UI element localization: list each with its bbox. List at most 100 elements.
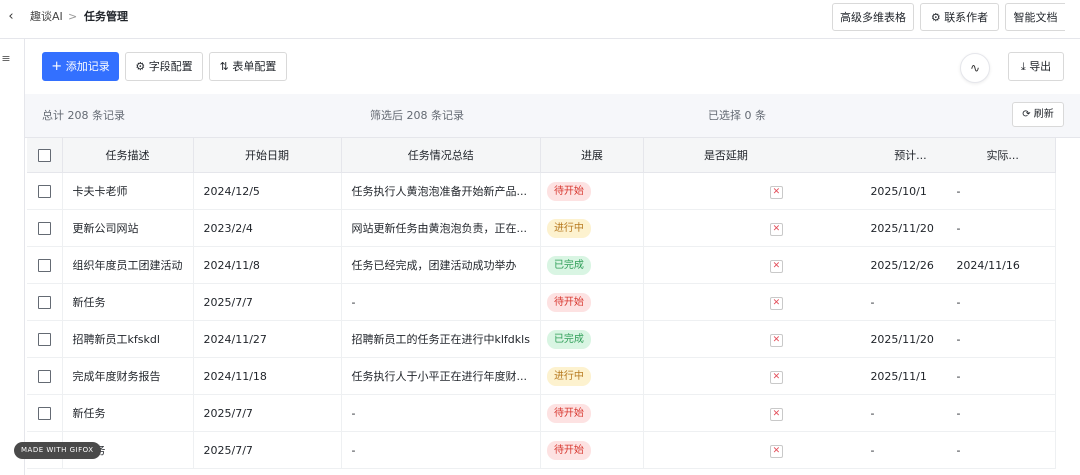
delay-cell[interactable]: ✕	[643, 283, 871, 321]
export-button[interactable]: ⤓ 导出	[1008, 52, 1064, 81]
summary-cell[interactable]: 任务执行人黄泡泡准备开始新产品...	[341, 172, 541, 210]
est-date-cell[interactable]: 2025/11/1	[870, 357, 951, 395]
menu-icon[interactable]: ≡	[0, 52, 12, 65]
summary-cell[interactable]: 招聘新员工的任务正在进行中klfdkls	[341, 320, 541, 358]
start-date-cell[interactable]: 2025/7/7	[193, 431, 342, 469]
field-config-button[interactable]: ⚙ 字段配置	[125, 52, 203, 81]
page-title: 任务管理	[84, 10, 128, 23]
table-row[interactable]: 卡夫卡老师 2024/12/5 任务执行人黄泡泡准备开始新产品... 待开始 ✕ 2025…	[27, 172, 1056, 210]
actual-date-cell[interactable]: -	[950, 394, 1056, 432]
activity-icon[interactable]: ∿	[960, 53, 990, 83]
delay-cell[interactable]: ✕	[643, 357, 871, 395]
summary-cell[interactable]: -	[341, 431, 541, 469]
start-date-cell[interactable]: 2024/11/8	[193, 246, 342, 284]
actual-date-cell[interactable]: -	[950, 283, 1056, 321]
table-row[interactable]: 新任务2025/7/7-待开始✕--	[27, 431, 1056, 469]
actual-date-cell[interactable]: 2024/11/16	[950, 246, 1056, 284]
task-desc-cell[interactable]: 卡夫卡老师	[62, 172, 194, 210]
column-header[interactable]: 任务情况总结	[341, 138, 541, 173]
summary-cell[interactable]: 网站更新任务由黄泡泡负责，正在...	[341, 209, 541, 247]
est-date-cell[interactable]: 2025/10/1	[870, 172, 951, 210]
task-desc-cell[interactable]: 新任务	[62, 283, 194, 321]
row-checkbox[interactable]	[27, 357, 63, 395]
advanced-table-label: 高级多维表格	[840, 11, 906, 24]
table-row[interactable]: 新任务2025/7/7-待开始✕--	[27, 283, 1056, 321]
row-checkbox[interactable]	[27, 394, 63, 432]
start-date-cell[interactable]: 2024/12/5	[193, 172, 342, 210]
row-checkbox[interactable]	[27, 320, 63, 358]
column-header[interactable]: 预计...	[870, 138, 951, 173]
close-icon: ✕	[769, 296, 783, 310]
table-row[interactable]: 组织年度员工团建活动 2024/11/8 任务已经完成，团建活动成功举办 已完成 ✕ 20…	[27, 246, 1056, 284]
status-cell[interactable]: 进行中	[540, 209, 644, 247]
actual-date-cell[interactable]: -	[950, 431, 1056, 469]
status-cell[interactable]: 进行中	[540, 357, 644, 395]
table-row[interactable]: 完成年度财务报告 2024/11/18 任务执行人于小平正在进行年度财... 进行中 ✕…	[27, 357, 1056, 395]
breadcrumb-root[interactable]: 趣谈AI	[30, 0, 63, 34]
advanced-table-button[interactable]: 高级多维表格	[832, 3, 914, 31]
task-desc-cell[interactable]: 完成年度财务报告	[62, 357, 194, 395]
task-desc-cell[interactable]: 招聘新员工kfskdl	[62, 320, 194, 358]
row-checkbox[interactable]	[27, 172, 63, 210]
start-date-cell[interactable]: 2025/7/7	[193, 283, 342, 321]
add-record-button[interactable]: + 添加记录	[42, 52, 119, 81]
stats-bar: 总计 208 条记录 筛选后 208 条记录 已选择 0 条 ⟳ 刷新	[25, 94, 1080, 138]
column-header[interactable]: 实际...	[950, 138, 1056, 173]
est-date-cell[interactable]: 2025/11/20	[870, 320, 951, 358]
total-count: 总计 208 条记录	[42, 109, 125, 122]
plus-icon: +	[51, 59, 63, 74]
status-cell[interactable]: 待开始	[540, 172, 644, 210]
smart-doc-button[interactable]: 智能文档	[1005, 3, 1065, 31]
delay-cell[interactable]: ✕	[643, 246, 871, 284]
delay-cell[interactable]: ✕	[643, 209, 871, 247]
actual-date-cell[interactable]: -	[950, 209, 1056, 247]
delay-cell[interactable]: ✕	[643, 394, 871, 432]
contact-author-button[interactable]: ⚙ 联系作者	[920, 3, 999, 31]
back-icon[interactable]: ‹	[4, 0, 18, 34]
est-date-cell[interactable]: -	[870, 283, 951, 321]
actual-date-cell[interactable]: -	[950, 320, 1056, 358]
column-header[interactable]: 任务描述	[62, 138, 194, 173]
row-checkbox[interactable]	[27, 283, 63, 321]
table-row[interactable]: 招聘新员工kfskdl 2024/11/27 招聘新员工的任务正在进行中klfdkl…	[27, 320, 1056, 358]
delay-cell[interactable]: ✕	[643, 320, 871, 358]
task-desc-cell[interactable]: 新任务	[62, 394, 194, 432]
row-checkbox[interactable]	[27, 246, 63, 284]
delay-cell[interactable]: ✕	[643, 172, 871, 210]
summary-cell[interactable]: -	[341, 283, 541, 321]
sidebar-strip	[0, 39, 25, 475]
delay-cell[interactable]: ✕	[643, 431, 871, 469]
column-header[interactable]: 是否延期	[643, 138, 871, 173]
summary-cell[interactable]: 任务执行人于小平正在进行年度财...	[341, 357, 541, 395]
actual-date-cell[interactable]: -	[950, 357, 1056, 395]
form-config-label: 表单配置	[232, 60, 277, 73]
task-desc-cell[interactable]: 更新公司网站	[62, 209, 194, 247]
select-all-checkbox[interactable]	[27, 138, 63, 173]
row-checkbox[interactable]	[27, 209, 63, 247]
status-cell[interactable]: 已完成	[540, 246, 644, 284]
filtered-count: 筛选后 208 条记录	[370, 109, 464, 122]
est-date-cell[interactable]: -	[870, 394, 951, 432]
table-row[interactable]: 更新公司网站 2023/2/4 网站更新任务由黄泡泡负责，正在... 进行中 ✕ 2025…	[27, 209, 1056, 247]
status-cell[interactable]: 待开始	[540, 431, 644, 469]
summary-cell[interactable]: -	[341, 394, 541, 432]
status-cell[interactable]: 待开始	[540, 283, 644, 321]
start-date-cell[interactable]: 2024/11/18	[193, 357, 342, 395]
start-date-cell[interactable]: 2024/11/27	[193, 320, 342, 358]
column-header[interactable]: 进展	[540, 138, 644, 173]
status-badge: 进行中	[546, 218, 591, 238]
refresh-button[interactable]: ⟳ 刷新	[1012, 102, 1064, 127]
start-date-cell[interactable]: 2025/7/7	[193, 394, 342, 432]
est-date-cell[interactable]: -	[870, 431, 951, 469]
start-date-cell[interactable]: 2023/2/4	[193, 209, 342, 247]
est-date-cell[interactable]: 2025/11/20	[870, 209, 951, 247]
form-config-button[interactable]: ⇅ 表单配置	[209, 52, 287, 81]
column-header[interactable]: 开始日期	[193, 138, 342, 173]
table-row[interactable]: 新任务2025/7/7-待开始✕--	[27, 394, 1056, 432]
status-cell[interactable]: 待开始	[540, 394, 644, 432]
status-cell[interactable]: 已完成	[540, 320, 644, 358]
summary-cell[interactable]: 任务已经完成，团建活动成功举办	[341, 246, 541, 284]
task-desc-cell[interactable]: 组织年度员工团建活动	[62, 246, 194, 284]
actual-date-cell[interactable]: -	[950, 172, 1056, 210]
est-date-cell[interactable]: 2025/12/26	[870, 246, 951, 284]
